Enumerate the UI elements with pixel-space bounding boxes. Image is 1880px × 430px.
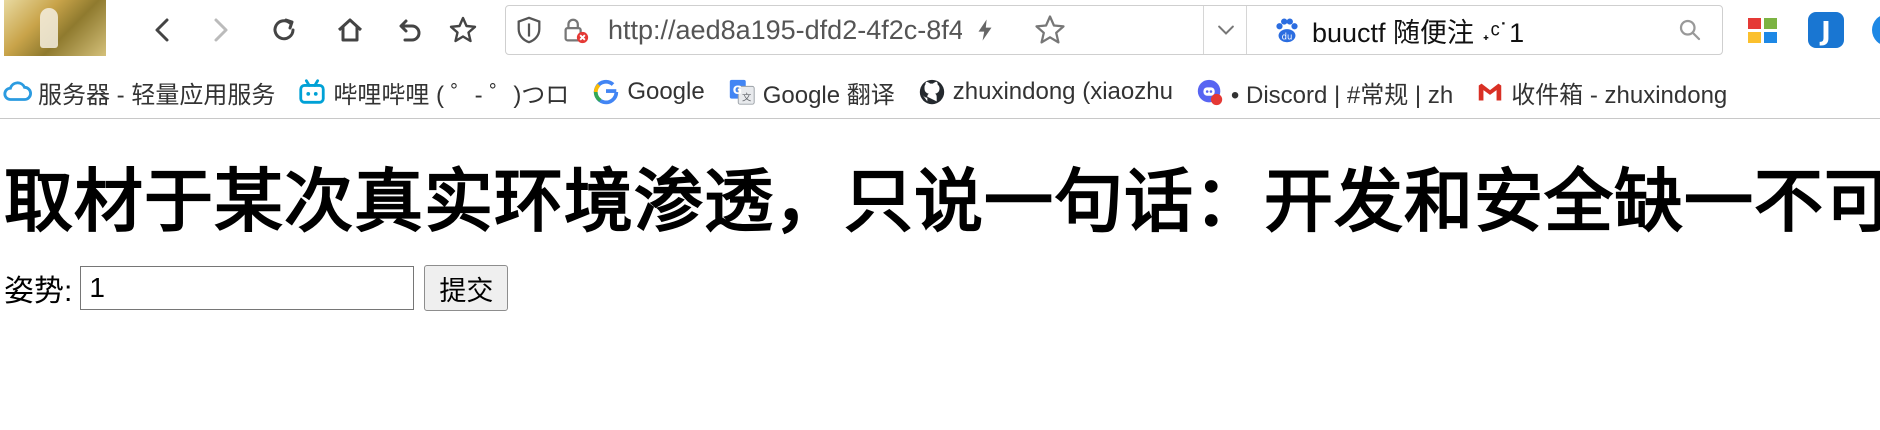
bookmarks-bar: 服务器 - 轻量应用服务 哔哩哔哩 ( ゜- ゜)つロ Google G文 Go… bbox=[0, 72, 1880, 112]
chevron-down-icon bbox=[1218, 25, 1234, 35]
google-translate-icon: G文 bbox=[729, 79, 755, 105]
bookmark-label: zhuxindong (xiaozhu bbox=[952, 78, 1173, 105]
page-title: 取材于某次真实环境渗透，只说一句话：开发和安全缺一不可 bbox=[4, 163, 1880, 240]
undo-close-button[interactable] bbox=[388, 10, 428, 50]
svg-text:du: du bbox=[1282, 31, 1293, 41]
home-icon bbox=[337, 18, 363, 42]
search-input[interactable]: buuctf 随便注 ˖ᶜ˙1 bbox=[1312, 6, 1632, 54]
address-text: http://aed8a195-dfd2-4f2c-8f4b-8 bbox=[608, 14, 962, 45]
svg-text:J: J bbox=[1819, 17, 1831, 47]
bookmark-item-github[interactable]: zhuxindong (xiaozhu bbox=[917, 77, 1173, 107]
insecure-lock-icon[interactable] bbox=[560, 6, 600, 54]
svg-text:文: 文 bbox=[742, 91, 752, 103]
toolbar-divider bbox=[0, 118, 1880, 119]
bookmark-item-gmail[interactable]: 收件箱 - zhuxindong bbox=[1475, 75, 1727, 110]
github-icon bbox=[919, 79, 944, 105]
bookmark-label: Google 翻译 bbox=[762, 81, 895, 109]
bookmark-item-google-translate[interactable]: G文 Google 翻译 bbox=[727, 75, 895, 110]
bookmark-label: • Discord | #常规 | zh bbox=[1230, 81, 1454, 109]
star-icon bbox=[449, 16, 477, 43]
address-search-bar: http://aed8a195-dfd2-4f2c-8f4b-8 du buuc… bbox=[505, 5, 1723, 55]
favorite-star-button[interactable] bbox=[1032, 6, 1082, 54]
bookmark-label: 收件箱 - zhuxindong bbox=[1511, 81, 1728, 109]
browser-toolbar: http://aed8a195-dfd2-4f2c-8f4b-8 du buuc… bbox=[0, 0, 1880, 60]
forward-button[interactable] bbox=[200, 10, 240, 50]
bookmark-item-google[interactable]: Google bbox=[591, 77, 705, 107]
bookmark-label: Google bbox=[627, 78, 705, 105]
bookmark-star-button[interactable] bbox=[443, 10, 483, 50]
reload-button[interactable] bbox=[264, 10, 304, 50]
baidu-icon: du bbox=[1272, 6, 1308, 54]
search-icon bbox=[1679, 19, 1701, 41]
bilibili-icon bbox=[299, 79, 325, 104]
search-text: buuctf 随便注 ˖ᶜ˙1 bbox=[1312, 17, 1525, 48]
avatar-figure bbox=[40, 8, 58, 48]
app-grid-icon[interactable] bbox=[1744, 10, 1784, 50]
undo-icon bbox=[399, 19, 421, 42]
lightning-icon[interactable] bbox=[972, 6, 1012, 54]
forward-icon bbox=[214, 18, 228, 42]
j-extension-icon[interactable]: J bbox=[1806, 10, 1846, 50]
address-input[interactable]: http://aed8a195-dfd2-4f2c-8f4b-8 bbox=[608, 6, 962, 54]
query-input[interactable] bbox=[80, 266, 415, 310]
discord-icon bbox=[1197, 79, 1223, 106]
extension-partial-icon[interactable] bbox=[1868, 10, 1880, 50]
google-icon bbox=[594, 79, 619, 105]
shield-icon[interactable] bbox=[514, 6, 554, 54]
bookmark-label: 服务器 - 轻量应用服务 bbox=[38, 81, 276, 109]
profile-avatar[interactable] bbox=[4, 0, 106, 56]
bookmark-item-bilibili[interactable]: 哔哩哔哩 ( ゜- ゜)つロ bbox=[297, 75, 569, 110]
query-label: 姿势: bbox=[4, 275, 73, 308]
back-button[interactable] bbox=[143, 10, 183, 50]
bookmark-label: 哔哩哔哩 ( ゜- ゜)つロ bbox=[333, 81, 570, 109]
reload-icon bbox=[273, 18, 295, 41]
dropdown-button[interactable] bbox=[1206, 6, 1246, 54]
svg-text:G: G bbox=[732, 84, 741, 97]
query-form: 姿势: 提交 bbox=[4, 265, 509, 311]
bookmark-item-server[interactable]: 服务器 - 轻量应用服务 bbox=[2, 75, 275, 110]
search-button[interactable] bbox=[1678, 6, 1714, 54]
home-button[interactable] bbox=[330, 10, 370, 50]
gmail-icon bbox=[1478, 83, 1502, 101]
star-outline-icon bbox=[1035, 15, 1065, 44]
back-icon bbox=[155, 18, 169, 42]
submit-button[interactable]: 提交 bbox=[424, 265, 509, 311]
bookmark-item-discord[interactable]: • Discord | #常规 | zh bbox=[1195, 75, 1453, 110]
cloud-icon bbox=[3, 81, 32, 101]
